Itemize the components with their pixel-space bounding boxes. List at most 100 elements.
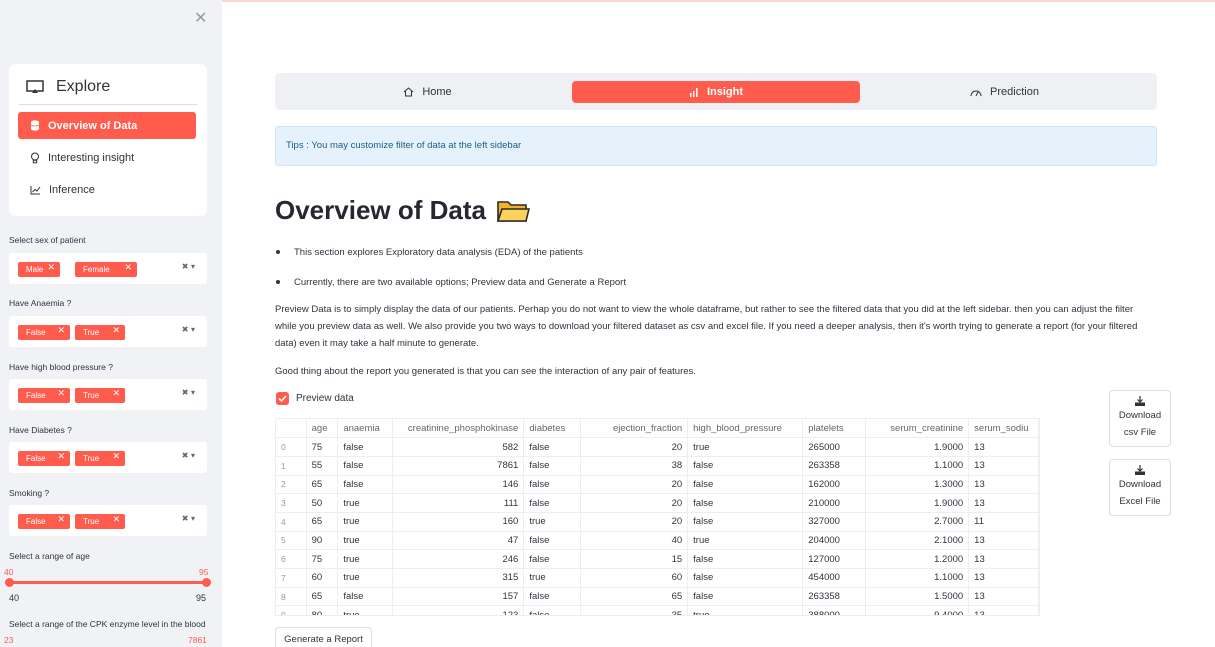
- table-cell[interactable]: 50: [306, 493, 339, 513]
- table-cell[interactable]: 40: [580, 531, 689, 551]
- table-cell[interactable]: true: [337, 493, 393, 513]
- multiselect-smoking[interactable]: False ✕ True ✕ ✖ ▾: [9, 505, 207, 536]
- multiselect-diabetes[interactable]: False ✕ True ✕ ✖ ▾: [9, 442, 207, 473]
- column-header[interactable]: serum_creatinine: [865, 419, 970, 439]
- table-cell[interactable]: false: [687, 493, 804, 513]
- table-cell[interactable]: 20: [580, 493, 689, 513]
- table-cell[interactable]: true: [337, 605, 393, 615]
- menu-item-insight[interactable]: Interesting insight: [18, 144, 196, 171]
- table-cell[interactable]: 65: [306, 475, 339, 495]
- table-cell[interactable]: 13: [968, 493, 1039, 513]
- table-cell[interactable]: 210000: [802, 493, 867, 513]
- tag-false[interactable]: False ✕: [18, 451, 70, 466]
- column-header[interactable]: ejection_fraction: [580, 419, 689, 439]
- table-cell[interactable]: 35: [580, 605, 689, 615]
- table-cell[interactable]: true: [337, 568, 393, 588]
- table-cell[interactable]: 246: [392, 549, 525, 569]
- table-cell[interactable]: 265000: [802, 437, 867, 457]
- tab-prediction[interactable]: Prediction: [862, 81, 1147, 103]
- column-header[interactable]: serum_sodiu: [968, 419, 1039, 439]
- table-cell[interactable]: 157: [392, 587, 525, 607]
- column-header[interactable]: anaemia: [337, 419, 393, 439]
- table-cell[interactable]: 327000: [802, 512, 867, 532]
- close-sidebar-button[interactable]: ✕: [194, 8, 207, 27]
- table-cell[interactable]: 60: [580, 568, 689, 588]
- multiselect-controls[interactable]: ✖ ▾: [182, 514, 195, 523]
- tag-remove-icon[interactable]: ✕: [57, 389, 65, 399]
- table-cell[interactable]: false: [337, 456, 393, 476]
- tag-remove-icon[interactable]: ✕: [112, 326, 120, 336]
- tag-false[interactable]: False ✕: [18, 388, 70, 403]
- table-cell[interactable]: 2.7000: [865, 512, 970, 532]
- row-index[interactable]: 6: [276, 549, 307, 569]
- row-index[interactable]: 2: [276, 475, 307, 495]
- table-cell[interactable]: 1.3000: [865, 475, 970, 495]
- table-cell[interactable]: 127000: [802, 549, 867, 569]
- table-cell[interactable]: false: [523, 605, 581, 615]
- tag-remove-icon[interactable]: ✕: [124, 263, 132, 273]
- table-cell[interactable]: true: [523, 512, 581, 532]
- table-cell[interactable]: 20: [580, 475, 689, 495]
- table-cell[interactable]: 80: [306, 605, 339, 615]
- tag-true[interactable]: True ✕: [75, 514, 125, 529]
- table-cell[interactable]: 13: [968, 568, 1039, 588]
- table-cell[interactable]: false: [337, 587, 393, 607]
- table-cell[interactable]: 55: [306, 456, 339, 476]
- table-cell[interactable]: false: [337, 437, 393, 457]
- table-cell[interactable]: 20: [580, 437, 689, 457]
- table-cell[interactable]: 315: [392, 568, 525, 588]
- table-cell[interactable]: 75: [306, 437, 339, 457]
- table-cell[interactable]: 13: [968, 437, 1039, 457]
- table-cell[interactable]: true: [337, 549, 393, 569]
- table-cell[interactable]: 47: [392, 531, 525, 551]
- multiselect-sex[interactable]: Male ✕ Female ✕ ✖ ▾: [9, 253, 207, 284]
- row-index[interactable]: 5: [276, 531, 307, 551]
- tag-remove-icon[interactable]: ✕: [112, 389, 120, 399]
- table-cell[interactable]: false: [523, 475, 581, 495]
- row-index[interactable]: 0: [276, 437, 307, 457]
- tag-remove-icon[interactable]: ✕: [47, 263, 55, 273]
- multiselect-controls[interactable]: ✖ ▾: [182, 325, 195, 334]
- multiselect-controls[interactable]: ✖ ▾: [182, 451, 195, 460]
- age-slider-track[interactable]: [9, 581, 207, 584]
- tag-remove-icon[interactable]: ✕: [112, 515, 120, 525]
- table-cell[interactable]: 15: [580, 549, 689, 569]
- download-excel-button[interactable]: Download Excel File: [1109, 459, 1171, 516]
- column-header[interactable]: diabetes: [523, 419, 581, 439]
- tag-false[interactable]: False ✕: [18, 514, 70, 529]
- menu-item-overview[interactable]: Overview of Data: [18, 112, 196, 139]
- table-cell[interactable]: 263358: [802, 456, 867, 476]
- table-cell[interactable]: 146: [392, 475, 525, 495]
- table-cell[interactable]: 13: [968, 549, 1039, 569]
- table-cell[interactable]: 13: [968, 587, 1039, 607]
- table-cell[interactable]: 9.4000: [865, 605, 970, 615]
- column-header[interactable]: [276, 419, 307, 439]
- table-cell[interactable]: 388000: [802, 605, 867, 615]
- column-header[interactable]: platelets: [802, 419, 867, 439]
- table-cell[interactable]: false: [687, 549, 804, 569]
- tag-true[interactable]: True ✕: [75, 388, 125, 403]
- row-index[interactable]: 8: [276, 587, 307, 607]
- menu-item-inference[interactable]: Inference: [18, 176, 196, 203]
- row-index[interactable]: 1: [276, 456, 307, 476]
- table-cell[interactable]: false: [523, 587, 581, 607]
- multiselect-controls[interactable]: ✖ ▾: [182, 388, 195, 397]
- download-csv-button[interactable]: Download csv File: [1109, 390, 1171, 447]
- column-header[interactable]: high_blood_pressure: [687, 419, 804, 439]
- table-cell[interactable]: true: [337, 512, 393, 532]
- table-cell[interactable]: 65: [580, 587, 689, 607]
- table-cell[interactable]: true: [523, 568, 581, 588]
- table-cell[interactable]: true: [687, 605, 804, 615]
- table-cell[interactable]: 123: [392, 605, 525, 615]
- table-cell[interactable]: 111: [392, 493, 525, 513]
- table-cell[interactable]: false: [523, 531, 581, 551]
- preview-data-checkbox[interactable]: [276, 392, 289, 405]
- multiselect-anaemia[interactable]: False ✕ True ✕ ✖ ▾: [9, 316, 207, 347]
- table-cell[interactable]: 1.1000: [865, 456, 970, 476]
- row-index[interactable]: 9: [276, 605, 307, 615]
- data-table[interactable]: age anaemia creatinine_phosphokinase dia…: [275, 418, 1040, 616]
- tag-remove-icon[interactable]: ✕: [57, 515, 65, 525]
- age-slider-low-thumb[interactable]: [5, 578, 14, 587]
- table-cell[interactable]: false: [523, 549, 581, 569]
- table-cell[interactable]: 582: [392, 437, 525, 457]
